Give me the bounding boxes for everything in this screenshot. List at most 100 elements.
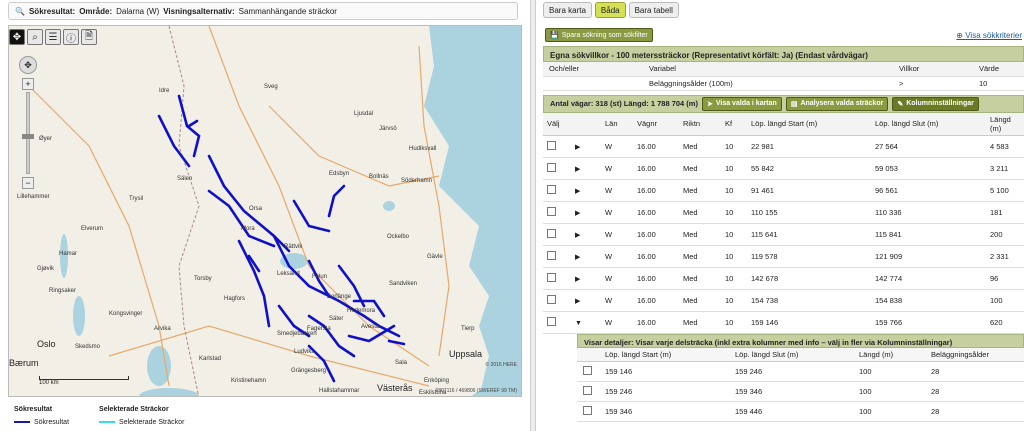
city-label: Karlstad	[199, 356, 222, 362]
column-settings-button[interactable]: ✎ Kolumninställningar	[892, 96, 979, 111]
table-cell: 10	[721, 179, 747, 202]
city-label: Skedsmo	[75, 344, 101, 350]
table-row[interactable]: ▶ W 16.00 Med 10 119 578 121 909 2 331	[543, 245, 1024, 268]
table-row[interactable]: ▶ W 16.00 Med 10 142 678 142 774 96	[543, 267, 1024, 290]
tab-table-only[interactable]: Bara tabell	[628, 2, 679, 18]
row-checkbox[interactable]	[547, 140, 556, 150]
table-cell: 59 053	[871, 157, 986, 180]
city-label: Arvika	[154, 326, 171, 332]
table-cell: Med	[679, 289, 721, 312]
row-checkbox[interactable]	[547, 316, 556, 326]
zoom-box-icon[interactable]: ⌕	[27, 29, 43, 45]
row-checkbox[interactable]	[547, 272, 556, 282]
result-summary: Antal vägar: 318 (st) Längd: 1 788 704 (…	[550, 99, 698, 108]
alt-value: Sammanhängande sträckor	[238, 6, 337, 16]
column-header	[571, 112, 601, 136]
detail-table: Löp. längd Start (m) Löp. längd Slut (m)…	[577, 347, 1024, 422]
detail-cell: 159 246	[599, 381, 729, 402]
table-row[interactable]: ▶ W 16.00 Med 10 22 981 27 564 4 583	[543, 135, 1024, 158]
panel-splitter[interactable]	[530, 0, 536, 431]
detail-checkbox[interactable]	[583, 366, 592, 375]
detail-checkbox[interactable]	[583, 386, 592, 395]
table-cell: Med	[679, 245, 721, 268]
expand-arrow-icon[interactable]: ▶	[575, 188, 580, 195]
expand-arrow-icon[interactable]: ▶	[575, 254, 580, 261]
analyze-button[interactable]: ▤ Analysera valda sträckor	[785, 96, 889, 111]
collapse-arrow-icon[interactable]: ▼	[575, 320, 582, 327]
detail-column-header[interactable]: Längd (m)	[853, 347, 925, 362]
table-cell: W	[601, 223, 633, 246]
save-search-label: Spara sökning som sökfilter	[561, 31, 648, 39]
row-checkbox[interactable]	[547, 294, 556, 304]
show-in-map-button[interactable]: ➤ Visa valda i kartan	[701, 96, 782, 111]
detail-column-header[interactable]: Beläggningsålder	[925, 347, 1024, 362]
analyze-label: Analysera valda sträckor	[800, 100, 884, 107]
info-icon[interactable]: ⓘ	[63, 29, 79, 45]
expand-arrow-icon[interactable]: ▶	[575, 144, 580, 151]
column-header[interactable]: Välj	[543, 112, 571, 136]
zoom-in-button[interactable]: +	[22, 78, 34, 90]
chart-icon: ▤	[790, 100, 798, 108]
zoom-out-button[interactable]: −	[22, 177, 34, 189]
city-label: Idre	[159, 88, 170, 94]
tab-map-only[interactable]: Bara karta	[543, 2, 592, 18]
row-checkbox[interactable]	[547, 184, 556, 194]
save-icon: 💾	[550, 32, 559, 39]
table-row[interactable]: ▼ W 16.00 Med 10 159 146 159 766 620	[543, 311, 1024, 334]
table-row[interactable]: ▶ W 16.00 Med 10 91 461 96 561 5 100	[543, 179, 1024, 202]
expand-arrow-icon[interactable]: ▶	[575, 166, 580, 173]
list-icon[interactable]: ☰	[45, 29, 61, 45]
save-search-button[interactable]: 💾 Spara sökning som sökfilter	[545, 28, 653, 42]
detail-checkbox[interactable]	[583, 406, 592, 415]
row-checkbox[interactable]	[547, 162, 556, 172]
results-panel: 💾 Spara sökning som sökfilter ⊕ Visa sök…	[543, 24, 1024, 431]
column-header[interactable]: Län	[601, 112, 633, 136]
table-cell: 16.00	[633, 267, 679, 290]
table-row[interactable]: ▶ W 16.00 Med 10 154 738 154 838 100	[543, 289, 1024, 312]
expand-arrow-icon[interactable]: ▶	[575, 232, 580, 239]
column-header[interactable]: Löp. längd Slut (m)	[871, 112, 986, 136]
city-label: Söderhamn	[401, 178, 433, 184]
show-criteria-link[interactable]: ⊕ Visa sökkriterier	[956, 31, 1022, 40]
map-canvas[interactable]	[9, 26, 522, 397]
detail-cell: 28	[925, 381, 1024, 402]
row-checkbox[interactable]	[547, 228, 556, 238]
table-row[interactable]: ▶ W 16.00 Med 10 55 842 59 053 3 211	[543, 157, 1024, 180]
detail-column-header[interactable]: Löp. längd Slut (m)	[729, 347, 853, 362]
city-label: Gävle	[427, 254, 443, 260]
table-cell: W	[601, 201, 633, 224]
city-label: Sala	[395, 360, 408, 366]
city-label-large: Västerås	[377, 383, 413, 393]
detail-select-cell	[577, 401, 599, 422]
detail-row[interactable]: 159 346 159 446 100 28	[577, 401, 1024, 422]
row-checkbox[interactable]	[547, 206, 556, 216]
detail-row[interactable]: 159 146 159 246 100 28	[577, 361, 1024, 382]
column-header[interactable]: Löp. längd Start (m)	[747, 112, 871, 136]
zoom-slider-thumb[interactable]	[22, 134, 34, 139]
expand-arrow-icon[interactable]: ▶	[575, 210, 580, 217]
tab-both[interactable]: Båda	[594, 2, 626, 18]
document-icon[interactable]: 🗎	[81, 29, 97, 45]
city-label: Ljusdal	[354, 111, 374, 117]
pan-tool-icon[interactable]: ✥	[9, 29, 25, 45]
table-row[interactable]: ▶ W 16.00 Med 10 110 155 110 336 181	[543, 201, 1024, 224]
city-label: Smedjebacken	[277, 331, 317, 337]
detail-row[interactable]: 159 246 159 346 100 28	[577, 381, 1024, 402]
city-label: Ludvika	[294, 349, 315, 355]
table-row[interactable]: ▶ W 16.00 Med 10 115 641 115 841 200	[543, 223, 1024, 246]
column-header[interactable]: Längd (m)	[986, 112, 1024, 136]
column-header[interactable]: Vägnr	[633, 112, 679, 136]
expand-arrow-icon[interactable]: ▶	[575, 298, 580, 305]
detail-column-header[interactable]: Löp. längd Start (m)	[599, 347, 729, 362]
legend-swatch	[99, 421, 116, 424]
city-label: Lillehammer	[17, 194, 50, 200]
table-cell: Med	[679, 135, 721, 158]
column-header[interactable]: Kf	[721, 112, 747, 136]
row-checkbox[interactable]	[547, 250, 556, 260]
zoom-slider[interactable]	[26, 92, 30, 174]
column-header[interactable]: Riktn	[679, 112, 721, 136]
expand-arrow-icon[interactable]: ▶	[575, 276, 580, 283]
pan-arrows-icon[interactable]: ✥	[19, 56, 37, 74]
table-cell: 16.00	[633, 223, 679, 246]
map-view[interactable]: ✥ ⌕ ☰ ⓘ 🗎 ✥ + − Lillehammer Hudiksvall S…	[8, 25, 522, 397]
